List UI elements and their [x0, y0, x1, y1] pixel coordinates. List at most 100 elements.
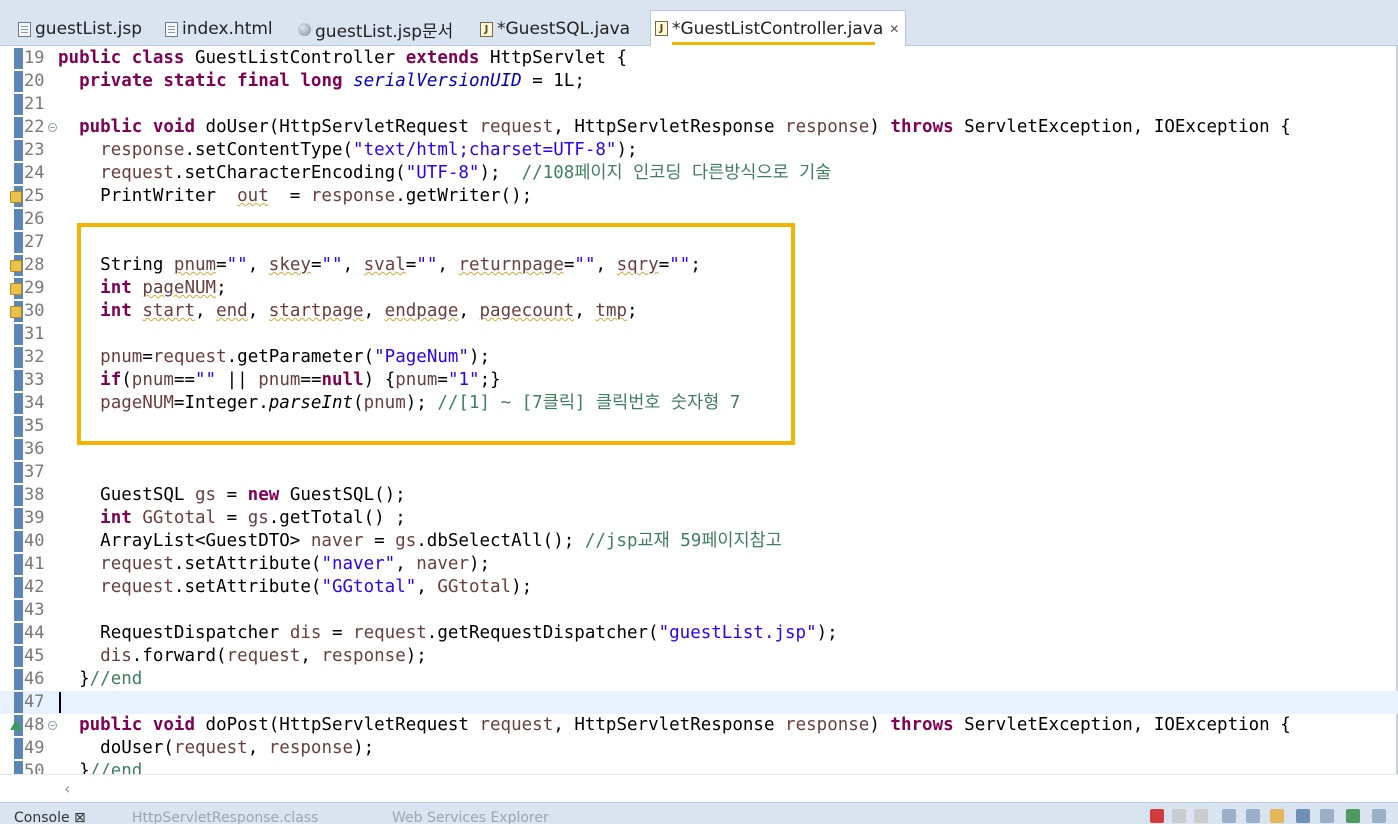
- change-marker: [14, 646, 23, 667]
- word-wrap-icon[interactable]: [1270, 809, 1284, 823]
- code-line[interactable]: 40 ArrayList<GuestDTO> naver = gs.dbSele…: [0, 530, 1398, 553]
- code-token: );: [353, 738, 375, 758]
- tab-guestlistcontroller-java[interactable]: J *GuestListController.java ✕: [650, 10, 907, 46]
- tab-guestlist-jsp-document[interactable]: guestList.jsp문서: [298, 12, 453, 46]
- code-line[interactable]: 24 request.setCharacterEncoding("UTF-8")…: [0, 162, 1398, 185]
- line-number: 49: [24, 738, 45, 758]
- code-line[interactable]: 21: [0, 93, 1398, 116]
- tab-httpservletresponse[interactable]: HttpServletResponse.class: [132, 810, 318, 824]
- change-marker: [14, 48, 23, 69]
- close-tab-icon[interactable]: ✕: [889, 22, 899, 36]
- code-line[interactable]: 48− public void doPost(HttpServletReques…: [0, 714, 1398, 737]
- code-token: "naver": [321, 554, 396, 574]
- remove-launch-icon[interactable]: [1172, 809, 1186, 823]
- change-marker: [14, 531, 23, 552]
- code-token: naver: [416, 554, 469, 574]
- code-line[interactable]: 45 dis.forward(request, response);: [0, 645, 1398, 668]
- code-line[interactable]: 25 PrintWriter out = response.getWriter(…: [0, 185, 1398, 208]
- line-number: 32: [24, 347, 45, 367]
- code-line[interactable]: 47: [0, 691, 1398, 714]
- code-token: new: [247, 485, 280, 505]
- code-editor[interactable]: 19 public class GuestListController exten…: [0, 46, 1398, 774]
- line-number: 26: [24, 209, 45, 229]
- tab-label: *GuestListController.java: [672, 18, 884, 39]
- override-icon[interactable]: [10, 718, 22, 730]
- code-text: public void doPost(HttpServletRequest re…: [58, 714, 1291, 737]
- code-token: ServletException, IOException {: [953, 117, 1291, 137]
- open-console-icon[interactable]: [1346, 809, 1360, 823]
- line-number: 23: [24, 140, 45, 160]
- tab-label: *GuestSQL.java: [497, 19, 631, 39]
- warning-icon[interactable]: [10, 283, 22, 295]
- code-token: request: [479, 117, 554, 137]
- change-marker: [14, 347, 23, 368]
- tab-label: index.html: [182, 19, 273, 39]
- change-marker: [14, 370, 23, 391]
- remove-all-icon[interactable]: [1194, 809, 1208, 823]
- code-text: RequestDispatcher dis = request.getReque…: [58, 622, 838, 645]
- code-token: response: [785, 715, 870, 735]
- view-menu-icon[interactable]: [1372, 809, 1386, 823]
- code-token: ,: [416, 577, 438, 597]
- code-line[interactable]: 44 RequestDispatcher dis = request.getRe…: [0, 622, 1398, 645]
- code-token: //jsp교재 59페이지참고: [584, 531, 782, 551]
- change-marker: [14, 393, 23, 414]
- tab-web-services-explorer[interactable]: Web Services Explorer: [392, 810, 549, 824]
- tab-console[interactable]: Console ⊠: [14, 810, 86, 824]
- code-line[interactable]: 42 request.setAttribute("GGtotal", GGtot…: [0, 576, 1398, 599]
- code-token: doUser(: [100, 738, 174, 758]
- line-number: 21: [24, 94, 45, 114]
- code-line[interactable]: 46 }//end: [0, 668, 1398, 691]
- horizontal-scrollbar[interactable]: ‹: [0, 774, 1398, 802]
- clear-console-icon[interactable]: [1222, 809, 1236, 823]
- fold-toggle-icon[interactable]: −: [48, 123, 57, 132]
- java-file-icon: J: [655, 21, 668, 36]
- code-line[interactable]: 20 private static final long serialVersi…: [0, 70, 1398, 93]
- code-token: "text/html;charset=UTF-8": [353, 140, 617, 160]
- change-marker: [14, 416, 23, 437]
- code-token: serialVersionUID: [353, 71, 522, 91]
- code-text: dis.forward(request, response);: [58, 645, 427, 668]
- code-line[interactable]: 41 request.setAttribute("naver", naver);: [0, 553, 1398, 576]
- code-token: RequestDispatcher: [100, 623, 290, 643]
- tab-guestlist-jsp[interactable]: guestList.jsp: [18, 12, 142, 46]
- code-token: .forward(: [131, 646, 227, 666]
- warning-icon[interactable]: [10, 260, 22, 272]
- code-token: );: [816, 623, 838, 643]
- scroll-lock-icon[interactable]: [1246, 809, 1260, 823]
- code-line[interactable]: 37: [0, 461, 1398, 484]
- code-text: public void doUser(HttpServletRequest re…: [58, 116, 1291, 139]
- code-text: request.setAttribute("GGtotal", GGtotal)…: [58, 576, 532, 599]
- code-token: ): [869, 715, 891, 735]
- code-line[interactable]: 19 public class GuestListController exten…: [0, 47, 1398, 70]
- scroll-left-icon[interactable]: ‹: [64, 779, 70, 798]
- code-token: response: [321, 646, 406, 666]
- warning-icon[interactable]: [10, 306, 22, 318]
- tab-label: guestList.jsp문서: [315, 21, 454, 42]
- code-line[interactable]: 50 }//end: [0, 760, 1398, 774]
- code-line[interactable]: 23 response.setContentType("text/html;ch…: [0, 139, 1398, 162]
- line-number: 44: [24, 623, 45, 643]
- change-marker: [14, 94, 23, 115]
- fold-toggle-icon[interactable]: −: [48, 721, 57, 730]
- code-line[interactable]: 39 int GGtotal = gs.getTotal() ;: [0, 507, 1398, 530]
- stop-icon[interactable]: [1150, 809, 1164, 823]
- annotation-highlight-box: [77, 223, 795, 445]
- line-number: 33: [24, 370, 45, 390]
- code-line[interactable]: 49 doUser(request, response);: [0, 737, 1398, 760]
- code-token: PrintWriter: [100, 186, 238, 206]
- warning-icon[interactable]: [10, 191, 22, 203]
- tab-index-html[interactable]: index.html: [165, 12, 273, 46]
- pin-console-icon[interactable]: [1296, 809, 1310, 823]
- code-line[interactable]: 38 GuestSQL gs = new GuestSQL();: [0, 484, 1398, 507]
- code-token: extends: [405, 48, 480, 68]
- file-icon: [165, 21, 178, 37]
- code-line[interactable]: 22− public void doUser(HttpServletReques…: [0, 116, 1398, 139]
- tab-guestsql-java[interactable]: J *GuestSQL.java: [480, 12, 630, 46]
- display-console-icon[interactable]: [1320, 809, 1334, 823]
- change-marker: [14, 577, 23, 598]
- code-token: class: [131, 48, 185, 68]
- code-token: request: [226, 646, 301, 666]
- code-line[interactable]: 43: [0, 599, 1398, 622]
- code-token: GuestListController: [184, 48, 406, 68]
